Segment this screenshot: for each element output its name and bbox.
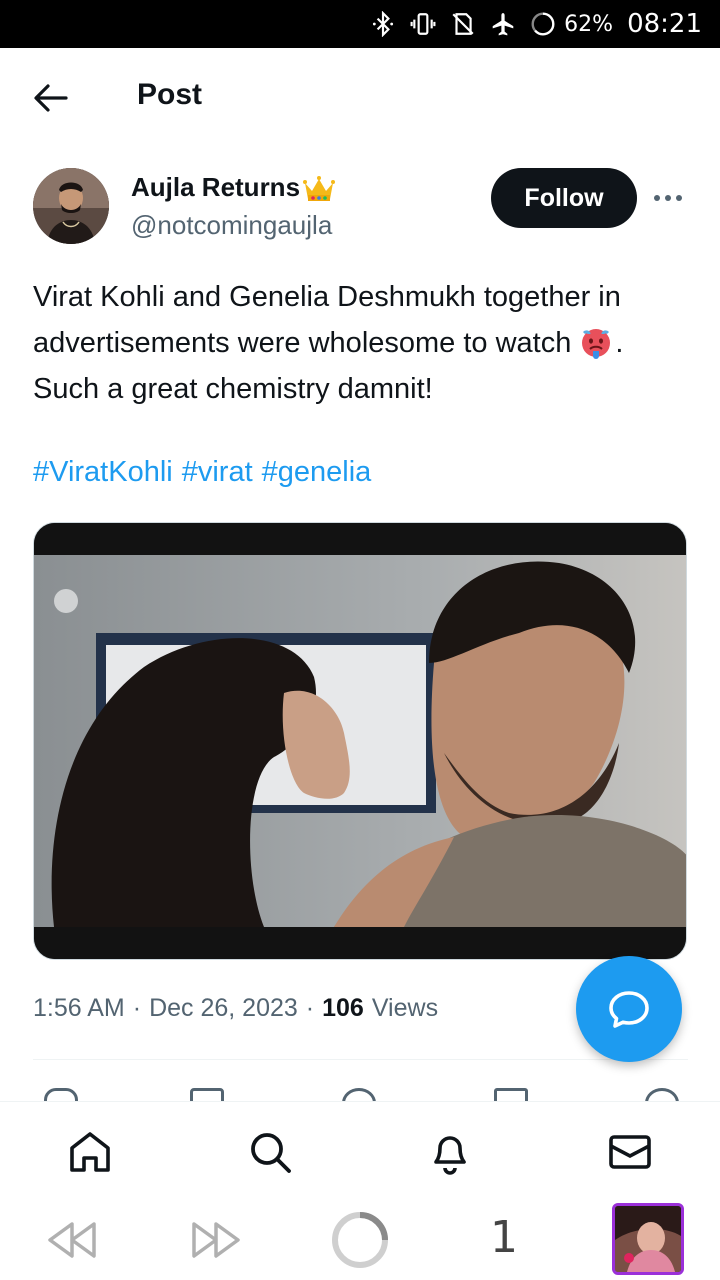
repost-icon[interactable] — [190, 1088, 224, 1102]
compose-reply-button[interactable] — [576, 956, 682, 1062]
vibrate-icon — [410, 13, 436, 35]
author-name[interactable]: Aujla Returns — [131, 172, 336, 203]
meta-separator: · — [305, 994, 315, 1022]
hashtags: #ViratKohli #virat #genelia — [33, 456, 371, 489]
airplane-icon — [492, 13, 514, 36]
divider — [33, 1059, 688, 1060]
author-name-text: Aujla Returns — [131, 172, 301, 202]
post-text-main: Virat Kohli and Genelia Deshmukh togethe… — [33, 281, 621, 359]
post-date: Dec 26, 2023 — [149, 994, 298, 1022]
tab-count[interactable]: 1 — [490, 1212, 518, 1263]
post-meta: 1:56 AM · Dec 26, 2023 · 106 Views — [33, 994, 438, 1023]
more-options-icon[interactable] — [654, 190, 688, 206]
bluetooth-icon — [373, 11, 394, 37]
views-label[interactable]: Views — [372, 994, 438, 1023]
mail-icon[interactable] — [606, 1128, 654, 1176]
reply-icon[interactable] — [44, 1088, 78, 1102]
author-handle[interactable]: @notcomingaujla — [131, 210, 332, 241]
battery-ring-icon — [531, 12, 555, 36]
loading-ring-icon[interactable] — [330, 1210, 390, 1270]
page-title: Post — [137, 78, 203, 111]
like-icon[interactable] — [342, 1088, 376, 1102]
post-time: 1:56 AM — [33, 994, 125, 1022]
hashtag-link[interactable]: #ViratKohli — [33, 456, 173, 489]
hashtag-link[interactable]: #genelia — [262, 456, 372, 489]
battery-percent: 62% — [564, 11, 614, 37]
avatar[interactable] — [33, 168, 109, 244]
bell-icon[interactable] — [426, 1128, 474, 1176]
post-image[interactable] — [33, 522, 687, 960]
no-sim-icon — [452, 13, 474, 35]
hot-face-icon — [582, 329, 611, 359]
chat-bubble-icon — [609, 991, 649, 1028]
action-bar — [0, 1084, 720, 1102]
fast-forward-icon[interactable] — [190, 1218, 242, 1262]
arrow-left-icon[interactable] — [30, 80, 70, 116]
hashtag-link[interactable]: #virat — [182, 456, 253, 489]
follow-button[interactable]: Follow — [491, 168, 637, 228]
media-thumbnail[interactable] — [612, 1203, 684, 1275]
bottom-nav — [0, 1101, 720, 1196]
post-header: Post — [0, 48, 720, 148]
meta-separator: · — [132, 994, 142, 1022]
post-text: Virat Kohli and Genelia Deshmukh togethe… — [33, 274, 693, 412]
rewind-icon[interactable] — [46, 1218, 98, 1262]
status-bar: 62% 08:21 — [0, 0, 720, 48]
crown-icon — [303, 175, 336, 201]
share-icon[interactable] — [645, 1088, 679, 1102]
home-icon[interactable] — [66, 1128, 114, 1176]
clock: 08:21 — [627, 9, 702, 39]
views-count[interactable]: 106 — [322, 994, 364, 1023]
bookmark-icon[interactable] — [494, 1088, 528, 1102]
search-icon[interactable] — [246, 1128, 294, 1176]
